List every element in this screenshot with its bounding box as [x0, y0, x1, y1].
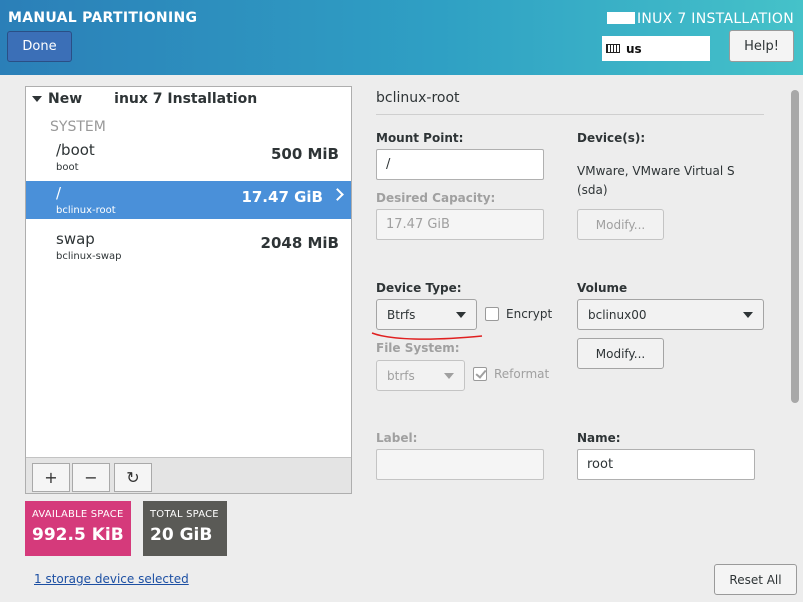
chevron-down-icon — [743, 312, 753, 318]
mount-point-row-root[interactable]: / bclinux-root 17.47 GiB — [26, 181, 351, 219]
reformat-checkbox-label: Reformat — [494, 367, 550, 381]
devices-label: Device(s): — [577, 131, 646, 145]
total-space-value: 20 GiB — [150, 525, 213, 545]
detail-divider — [376, 114, 764, 115]
refresh-button[interactable]: ↻ — [114, 463, 152, 492]
header-bar: MANUAL PARTITIONING Done INUX 7 INSTALLA… — [0, 0, 803, 75]
storage-devices-link[interactable]: 1 storage device selected — [34, 572, 189, 586]
chevron-down-icon — [456, 312, 466, 318]
detail-scrollbar[interactable] — [791, 90, 799, 403]
volume-select[interactable]: bclinux00 — [577, 299, 764, 330]
available-space-box: AVAILABLE SPACE 992.5 KiB — [25, 501, 131, 556]
name-input[interactable]: root — [577, 449, 755, 480]
add-mount-point-button[interactable]: + — [32, 463, 70, 492]
file-system-select[interactable]: btrfs — [376, 360, 465, 391]
device-type-label: Device Type: — [376, 281, 462, 295]
label-field-label: Label: — [376, 431, 418, 445]
mount-point-device: bclinux-swap — [56, 251, 122, 262]
devices-value-line1: VMware, VMware Virtual S — [577, 164, 735, 178]
installation-group-label-a: New — [48, 91, 83, 107]
mount-point-name: / — [56, 184, 62, 202]
volume-modify-button[interactable]: Modify... — [577, 338, 664, 369]
file-system-label: File System: — [376, 341, 460, 355]
mount-point-device: bclinux-root — [56, 205, 116, 216]
chevron-right-icon — [331, 188, 344, 201]
encrypt-checkbox[interactable]: Encrypt — [485, 307, 552, 321]
system-section-label: SYSTEM — [50, 119, 106, 135]
reformat-checkbox-box[interactable] — [473, 367, 487, 381]
mount-point-size: 500 MiB — [270, 145, 339, 163]
device-type-select[interactable]: Btrfs — [376, 299, 477, 330]
device-type-value: Btrfs — [387, 307, 416, 322]
remove-mount-point-button[interactable]: − — [72, 463, 110, 492]
expander-triangle-icon — [32, 96, 42, 102]
mount-point-row-boot[interactable]: /boot boot 500 MiB — [26, 138, 351, 176]
page-title: MANUAL PARTITIONING — [8, 10, 198, 26]
mount-point-device: boot — [56, 162, 79, 173]
available-space-value: 992.5 KiB — [32, 525, 124, 545]
done-button[interactable]: Done — [7, 31, 72, 62]
name-label: Name: — [577, 431, 621, 445]
mount-point-name: swap — [56, 230, 95, 248]
mount-point-label: Mount Point: — [376, 131, 464, 145]
detail-title: bclinux-root — [376, 90, 460, 106]
total-space-label: TOTAL SPACE — [150, 509, 219, 520]
mount-point-list-panel: New inux 7 Installation SYSTEM /boot boot… — [25, 86, 352, 494]
installation-title-text: INUX 7 INSTALLATION — [636, 11, 794, 27]
reset-all-button[interactable]: Reset All — [714, 564, 797, 595]
mount-point-size: 17.47 GiB — [241, 188, 323, 206]
encrypt-checkbox-box[interactable] — [485, 307, 499, 321]
installation-group-label-b: inux 7 Installation — [114, 91, 258, 107]
help-button[interactable]: Help! — [729, 30, 794, 62]
mount-point-size: 2048 MiB — [260, 234, 339, 252]
available-space-label: AVAILABLE SPACE — [32, 509, 124, 520]
devices-value: VMware, VMware Virtual S (sda) — [577, 162, 735, 200]
volume-value: bclinux00 — [588, 307, 647, 322]
installation-title: INUX 7 INSTALLATION — [606, 11, 794, 27]
keyboard-layout-indicator[interactable]: us — [602, 36, 710, 61]
label-input[interactable] — [376, 449, 544, 480]
desired-capacity-input[interactable]: 17.47 GiB — [376, 209, 544, 240]
chevron-down-icon — [444, 373, 454, 379]
devices-modify-button[interactable]: Modify... — [577, 209, 664, 240]
total-space-box: TOTAL SPACE 20 GiB — [143, 501, 227, 556]
volume-label: Volume — [577, 281, 628, 295]
keyboard-icon — [606, 44, 620, 53]
keyboard-layout-label: us — [626, 41, 642, 56]
encrypt-checkbox-label: Encrypt — [506, 307, 553, 321]
installation-group-header[interactable]: New inux 7 Installation — [32, 91, 257, 107]
redacted-block — [88, 93, 109, 105]
mount-point-name: /boot — [56, 141, 95, 159]
file-system-value: btrfs — [387, 368, 415, 383]
reformat-checkbox[interactable]: Reformat — [473, 367, 549, 381]
devices-value-line2: (sda) — [577, 183, 608, 197]
redacted-block — [606, 12, 635, 24]
desired-capacity-label: Desired Capacity: — [376, 191, 496, 205]
mount-point-toolbar: + − ↻ — [26, 457, 351, 493]
mount-point-row-swap[interactable]: swap bclinux-swap 2048 MiB — [26, 227, 351, 265]
mount-point-input[interactable]: / — [376, 149, 544, 180]
